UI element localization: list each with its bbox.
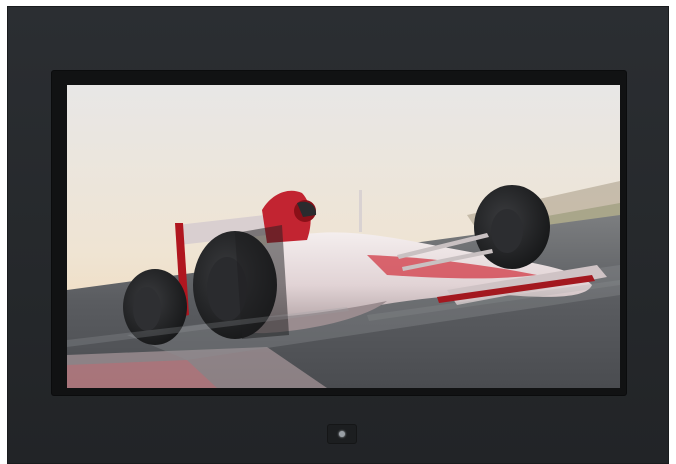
race-car-image [67, 85, 620, 388]
power-indicator-icon [339, 431, 345, 437]
page [0, 0, 676, 464]
power-button[interactable] [328, 425, 356, 443]
tv-screen [67, 85, 620, 388]
